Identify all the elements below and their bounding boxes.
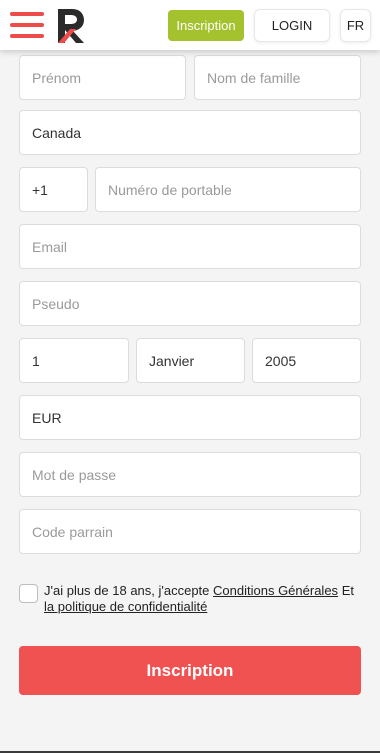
terms-text: J'ai plus de 18 ans, j'accepte Condition… xyxy=(44,583,364,615)
top-navigation-bar: Inscription LOGIN FR xyxy=(0,0,380,50)
birth-month-select[interactable] xyxy=(136,338,245,383)
brand-logo-icon[interactable] xyxy=(56,7,86,45)
privacy-policy-link[interactable]: la politique de confidentialité xyxy=(44,599,207,614)
signup-button-header[interactable]: Inscription xyxy=(168,10,244,41)
country-select[interactable] xyxy=(19,110,361,155)
conditions-link[interactable]: Conditions Générales xyxy=(213,583,338,598)
username-field[interactable] xyxy=(19,281,361,326)
phone-number-field[interactable] xyxy=(95,167,361,212)
hamburger-menu-icon[interactable] xyxy=(10,12,44,38)
first-name-field[interactable] xyxy=(19,55,186,100)
birth-year-select[interactable] xyxy=(252,338,361,383)
terms-prefix: J'ai plus de 18 ans, j'accepte xyxy=(44,583,210,598)
referral-code-field[interactable] xyxy=(19,509,361,554)
last-name-field[interactable] xyxy=(194,55,361,100)
terms-checkbox[interactable] xyxy=(19,584,38,603)
email-field[interactable] xyxy=(19,224,361,269)
login-button[interactable]: LOGIN xyxy=(254,9,330,42)
password-field[interactable] xyxy=(19,452,361,497)
language-selector[interactable]: FR xyxy=(340,9,371,42)
signup-submit-button[interactable]: Inscription xyxy=(19,646,361,695)
birth-day-select[interactable] xyxy=(19,338,129,383)
currency-select[interactable] xyxy=(19,395,361,440)
terms-conjunction: Et xyxy=(341,583,354,598)
phone-code-field[interactable] xyxy=(19,167,88,212)
